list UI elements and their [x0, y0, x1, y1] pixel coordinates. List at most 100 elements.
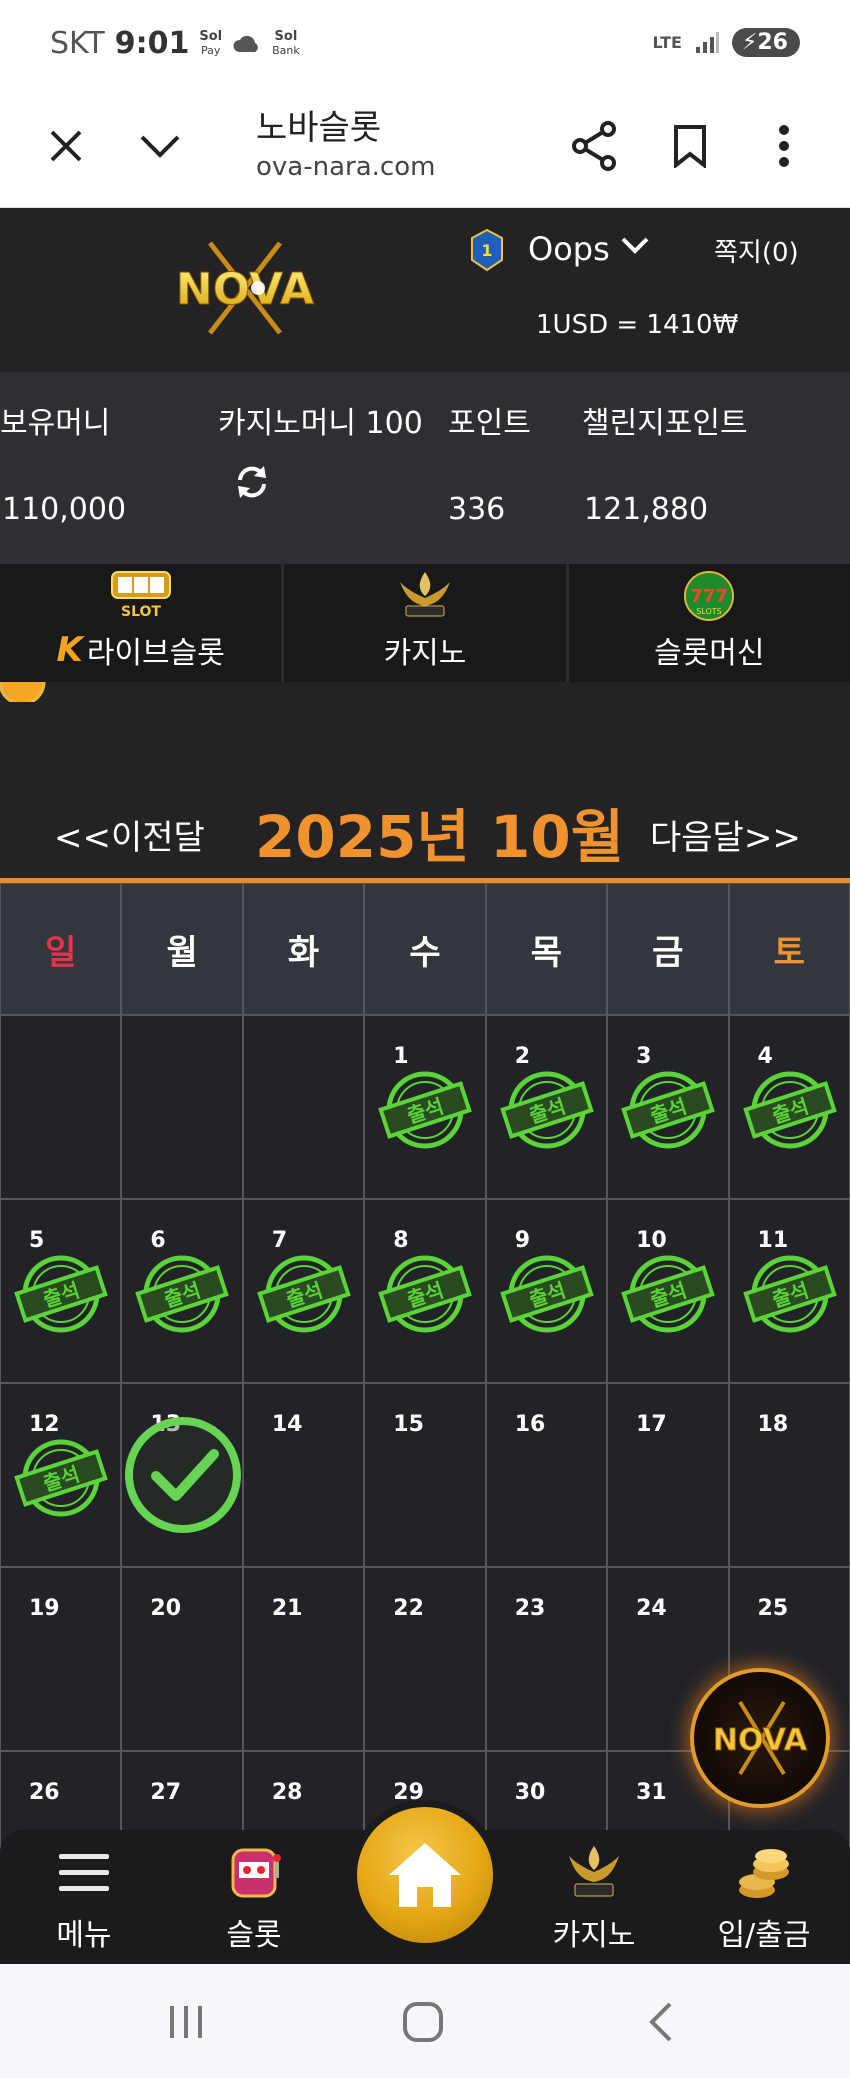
nav-casino-label: 카지노 [552, 1918, 636, 1953]
calendar-day-cell [0, 1015, 122, 1199]
day-number: 18 [757, 1412, 789, 1437]
cloud-icon [233, 35, 258, 52]
attendance-stamp-icon: 출석 [257, 1255, 351, 1333]
day-number: 2 [514, 1044, 530, 1069]
holding-money-value: 110,000 [2, 492, 127, 527]
calendar-day-cell[interactable]: 15 [364, 1383, 486, 1567]
svg-text:SLOTS: SLOTS [697, 607, 723, 616]
system-navigation-bar [0, 1964, 850, 2078]
day-number: 1 [393, 1044, 409, 1069]
day-number: 6 [150, 1228, 166, 1253]
calendar-day-cell[interactable]: 16 [485, 1383, 608, 1567]
day-number: 28 [271, 1780, 303, 1805]
status-right: LTE ⚡26 [653, 28, 800, 57]
sol-bank-top: Sol [274, 28, 298, 44]
calendar-day-cell[interactable]: 출석 3 [607, 1015, 729, 1199]
calendar-day-cell[interactable]: 20 [121, 1567, 243, 1751]
calendar-week-row: 출석 1 출석 2 출석 3 출석 4 [0, 1015, 850, 1199]
user-chevron-down-icon[interactable] [620, 234, 650, 256]
live-slot-icon: SLOT [110, 571, 171, 620]
777-slots-icon: 777 SLOTS [684, 571, 735, 621]
home-button[interactable] [350, 1800, 500, 1950]
svg-text:NOVA: NOVA [176, 264, 314, 315]
nav-casino[interactable]: 카지노 [524, 1842, 664, 1954]
day-number: 22 [393, 1596, 424, 1621]
refresh-icon[interactable] [232, 462, 272, 502]
attendance-stamp-icon: 출석 [621, 1255, 715, 1333]
day-number: 7 [271, 1228, 288, 1253]
nav-slot-label: 슬롯 [226, 1918, 282, 1953]
calendar-day-cell[interactable]: 출석 4 [728, 1015, 850, 1199]
tab-live-slot-label: 라이브슬롯 [86, 636, 225, 671]
nova-logo[interactable]: NOVA [150, 238, 340, 338]
challenge-points-value: 121,880 [584, 492, 709, 527]
messages-link[interactable]: 쪽지(0) [714, 232, 799, 269]
category-tabs: SLOT K 라이브슬롯 카지노 777 SLOTS 슬롯머신 [0, 564, 850, 682]
recent-apps-icon[interactable] [162, 2000, 212, 2044]
exchange-rate: 1USD = 1410₩ [536, 310, 739, 340]
weekday-6: 토 [728, 883, 850, 1015]
share-icon[interactable] [564, 116, 624, 176]
coins-icon [739, 1849, 789, 1898]
calendar-day-cell[interactable]: 21 [242, 1567, 365, 1751]
calendar-day-cell[interactable]: 17 [607, 1383, 729, 1567]
month-title: 2025년 10월 [255, 803, 625, 871]
day-number: 27 [150, 1780, 182, 1805]
tab-slot-machine[interactable]: 777 SLOTS 슬롯머신 [569, 564, 850, 682]
more-menu-icon[interactable] [754, 116, 814, 176]
nav-menu[interactable]: 메뉴 [14, 1842, 154, 1954]
day-number: 31 [636, 1780, 667, 1805]
day-number: 19 [29, 1596, 60, 1621]
close-icon[interactable] [36, 116, 96, 176]
balance-panel: 보유머니 110,000 카지노머니 100 포인트 336 챌린지포인트 12… [0, 372, 850, 564]
floating-nova-button[interactable]: NOVA [690, 1668, 830, 1808]
calendar-day-cell[interactable]: 14 [242, 1383, 365, 1567]
calendar-day-cell[interactable]: 22 [364, 1567, 486, 1751]
sol-bank-bottom: Bank [272, 43, 300, 57]
home-system-icon[interactable] [398, 2000, 448, 2044]
calendar-day-cell[interactable]: 출석 8 [364, 1199, 486, 1383]
url-text[interactable]: ova-nara.com [256, 152, 435, 182]
tab-casino-label: 카지노 [383, 636, 467, 671]
calendar-day-cell[interactable]: 출석 12 [0, 1383, 122, 1567]
username[interactable]: Oops [528, 230, 610, 268]
back-icon[interactable] [638, 2000, 688, 2044]
calendar-day-cell[interactable]: 출석 6 [121, 1199, 243, 1383]
hamburger-menu-icon [59, 1854, 109, 1891]
calendar-day-cell[interactable]: 출석 1 [364, 1015, 486, 1199]
next-month-button[interactable]: 다음달>> [650, 810, 801, 859]
calendar-day-cell[interactable]: 23 [485, 1567, 608, 1751]
weekday-4: 목 [485, 883, 608, 1015]
day-number: 24 [636, 1596, 667, 1621]
site-header: NOVA 1 Oops 쪽지(0) 1USD = 1410₩ [0, 208, 850, 372]
k-logo-icon: K [56, 630, 83, 670]
sol-bank-icon: Sol Bank [272, 28, 300, 58]
kslot-casino-icon [399, 572, 450, 617]
calendar-day-cell[interactable]: 18 [728, 1383, 850, 1567]
calendar-day-cell[interactable]: 13 [121, 1383, 243, 1567]
calendar-day-cell[interactable]: 출석 2 [485, 1015, 608, 1199]
tab-casino[interactable]: 카지노 [284, 564, 569, 682]
day-number: 3 [636, 1044, 652, 1069]
calendar-day-cell[interactable]: 출석 7 [242, 1199, 365, 1383]
tab-live-slot[interactable]: SLOT K 라이브슬롯 [0, 564, 285, 682]
calendar-day-cell[interactable]: 출석 11 [728, 1199, 850, 1383]
calendar-day-cell[interactable]: 출석 10 [607, 1199, 729, 1383]
calendar-day-cell[interactable]: 19 [0, 1567, 122, 1751]
app-root: SKT 9:01 Sol Pay Sol Bank LTE ⚡26 노바슬롯 o… [0, 0, 850, 2078]
chevron-down-icon[interactable] [130, 116, 190, 176]
calendar-day-cell[interactable]: 출석 5 [0, 1199, 122, 1383]
day-number: 9 [514, 1228, 530, 1253]
home-button-inner [357, 1807, 493, 1943]
bookmark-icon[interactable] [660, 116, 720, 176]
weekday-3: 수 [364, 883, 486, 1015]
prev-month-button[interactable]: <<이전달 [54, 810, 205, 859]
nav-deposit-withdraw[interactable]: 입/출금 [694, 1842, 834, 1954]
points-label: 포인트 [448, 406, 531, 441]
level-badge-icon: 1 [471, 228, 503, 272]
challenge-points-label: 챌린지포인트 [582, 406, 748, 441]
weekday-1: 월 [121, 883, 243, 1015]
calendar-day-cell[interactable]: 출석 9 [485, 1199, 608, 1383]
attendance-stamp-icon: 출석 [378, 1255, 473, 1333]
nav-slot[interactable]: 슬롯 [184, 1842, 324, 1954]
